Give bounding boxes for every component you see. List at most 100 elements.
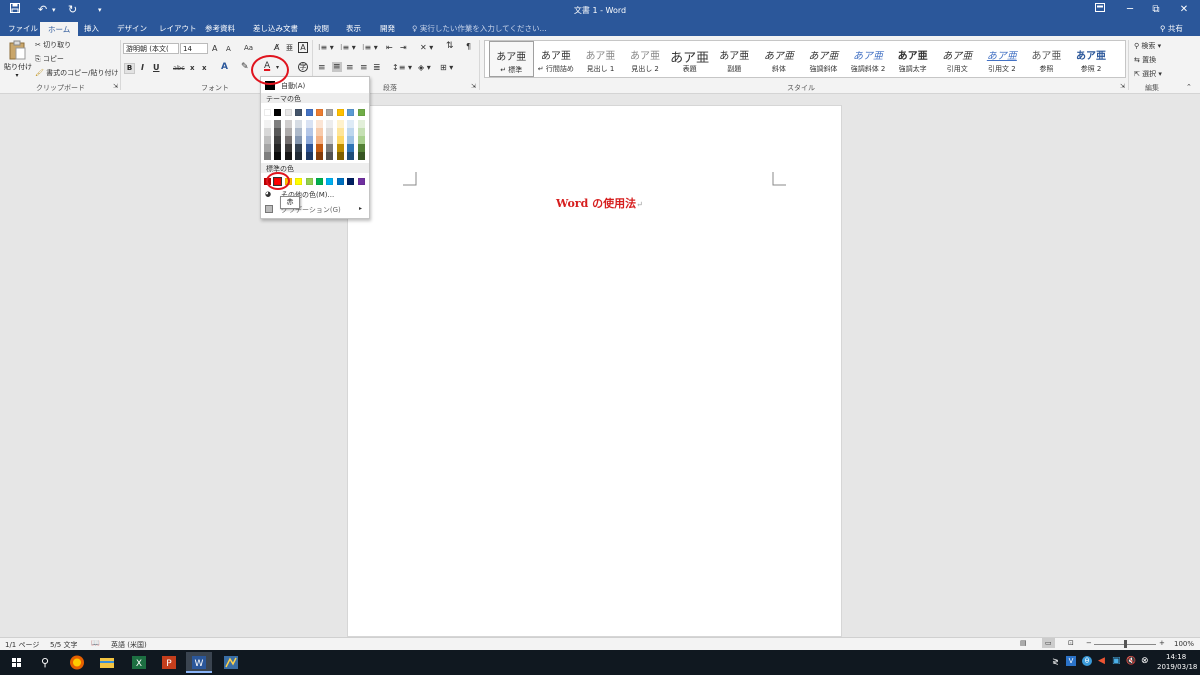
standard-color-swatch[interactable] <box>347 178 355 185</box>
theme-shade-swatch[interactable] <box>326 144 334 152</box>
standard-color-swatch[interactable] <box>336 178 344 185</box>
read-mode-icon[interactable]: ▤ <box>1020 639 1027 647</box>
theme-shade-swatch[interactable] <box>336 120 344 128</box>
style-item[interactable]: あア亜 ↵ 行間詰め <box>534 41 579 77</box>
font-name-box[interactable]: 游明朝 (本文( <box>123 43 179 54</box>
tab-developer[interactable]: 開発 <box>380 23 395 34</box>
tab-file[interactable]: ファイル <box>8 23 38 34</box>
excel-icon[interactable]: X <box>126 652 152 673</box>
standard-color-swatch[interactable] <box>357 178 365 185</box>
theme-shade-swatch[interactable] <box>326 152 334 160</box>
theme-color-swatch[interactable] <box>336 109 344 116</box>
clock-time[interactable]: 14:18 <box>1166 653 1186 661</box>
style-item[interactable]: あア亜 引用文 <box>935 41 980 77</box>
theme-shade-swatch[interactable] <box>347 136 355 144</box>
increase-indent-icon[interactable]: ⇥ <box>400 43 407 52</box>
character-border-icon[interactable]: A <box>298 42 308 53</box>
theme-color-swatch[interactable] <box>326 109 334 116</box>
style-item[interactable]: あア亜 ↵ 標準 <box>489 41 534 77</box>
theme-shade-swatch[interactable] <box>357 144 365 152</box>
standard-color-swatch[interactable] <box>295 178 303 185</box>
select-button[interactable]: ⇱ 選択 ▾ <box>1134 69 1162 79</box>
theme-shade-swatch[interactable] <box>316 136 323 144</box>
distributed-icon[interactable]: ≣ <box>373 63 381 73</box>
find-button[interactable]: ⚲ 検索 ▾ <box>1134 41 1161 51</box>
theme-shade-swatch[interactable] <box>305 144 313 152</box>
standard-color-swatch[interactable] <box>305 178 313 185</box>
style-item[interactable]: あア亜 斜体 <box>757 41 802 77</box>
theme-shade-swatch[interactable] <box>336 144 344 152</box>
theme-shade-swatch[interactable] <box>274 144 282 152</box>
change-case-icon[interactable]: Aa <box>244 44 253 52</box>
theme-shade-swatch[interactable] <box>284 144 292 152</box>
theme-shade-swatch[interactable] <box>357 136 365 144</box>
multilevel-list-icon[interactable]: ⁝≡ ▾ <box>362 43 378 52</box>
theme-shade-swatch[interactable] <box>326 136 334 144</box>
theme-shade-swatch[interactable] <box>274 136 282 144</box>
theme-shade-swatch[interactable] <box>274 128 282 136</box>
shrink-font-icon[interactable]: A <box>226 45 231 53</box>
zoom-in-button[interactable]: + <box>1159 639 1165 647</box>
format-painter-button[interactable]: 🖌 書式のコピー/貼り付け <box>35 68 118 78</box>
volume-icon[interactable]: 🔇 <box>1126 656 1136 665</box>
style-item[interactable]: あア亜 強調斜体 <box>801 41 846 77</box>
paste-button[interactable]: 貼り付け ▾ <box>4 40 32 80</box>
theme-shade-swatch[interactable] <box>264 152 271 160</box>
proofing-icon[interactable]: 📖 <box>91 639 100 647</box>
tab-insert[interactable]: 挿入 <box>84 23 99 34</box>
vpn-icon[interactable]: V <box>1066 656 1076 666</box>
theme-shade-swatch[interactable] <box>284 136 292 144</box>
theme-shade-swatch[interactable] <box>347 152 355 160</box>
theme-shade-swatch[interactable] <box>264 128 271 136</box>
text-effects-icon[interactable]: A <box>221 62 228 72</box>
align-right-icon[interactable]: ≡ <box>346 63 354 73</box>
shading-icon[interactable]: ◈ ▾ <box>418 63 431 72</box>
close-button[interactable]: ✕ <box>1172 2 1196 18</box>
theme-shade-swatch[interactable] <box>295 120 303 128</box>
subscript-button[interactable]: x <box>190 64 195 72</box>
zoom-out-button[interactable]: − <box>1086 639 1092 647</box>
underline-button[interactable]: U <box>153 63 160 72</box>
app-icon[interactable] <box>218 652 244 673</box>
theme-shade-swatch[interactable] <box>347 128 355 136</box>
sync-icon[interactable]: ▣ <box>1112 656 1121 666</box>
notification-app-icon[interactable]: ◀ <box>1098 656 1105 666</box>
theme-shade-swatch[interactable] <box>284 152 292 160</box>
tab-mailings[interactable]: 差し込み文書 <box>253 23 298 34</box>
clock-date[interactable]: 2019/03/18 <box>1157 663 1197 671</box>
justify-icon[interactable]: ≡ <box>360 63 368 73</box>
style-item[interactable]: あア亜 表題 <box>667 41 712 77</box>
align-center-icon[interactable]: ≡ <box>332 62 342 72</box>
styles-launcher-icon[interactable]: ⇲ <box>1120 83 1125 90</box>
tell-me-box[interactable]: ♀ 実行したい作業を入力してください... <box>412 23 547 34</box>
tab-home[interactable]: ホーム <box>40 22 79 36</box>
theme-shade-swatch[interactable] <box>326 128 334 136</box>
highlight-icon[interactable]: ✎ <box>241 62 249 72</box>
theme-shade-swatch[interactable] <box>336 136 344 144</box>
theme-shade-swatch[interactable] <box>295 144 303 152</box>
theme-shade-swatch[interactable] <box>316 128 323 136</box>
bullets-icon[interactable]: ⁝≡ ▾ <box>318 43 334 52</box>
theme-shade-swatch[interactable] <box>274 120 282 128</box>
theme-color-swatch[interactable] <box>305 109 313 116</box>
style-item[interactable]: あア亜 参照 2 <box>1069 41 1114 77</box>
theme-shade-swatch[interactable] <box>316 120 323 128</box>
tab-design[interactable]: デザイン <box>117 23 147 34</box>
theme-shade-swatch[interactable] <box>274 152 282 160</box>
theme-color-swatch[interactable] <box>274 109 282 116</box>
minimize-button[interactable]: ─ <box>1118 2 1142 18</box>
style-item[interactable]: あア亜 副題 <box>712 41 757 77</box>
copy-button[interactable]: ⎘ コピー <box>35 54 64 64</box>
zoom-level[interactable]: 100% <box>1174 640 1194 648</box>
sort-icon[interactable]: ⇅ <box>446 41 454 51</box>
style-item[interactable]: あア亜 強調斜体 2 <box>846 41 891 77</box>
theme-color-swatch[interactable] <box>295 109 303 116</box>
tab-references[interactable]: 参考資料 <box>205 23 235 34</box>
theme-shade-swatch[interactable] <box>284 128 292 136</box>
theme-shade-swatch[interactable] <box>316 144 323 152</box>
theme-shade-swatch[interactable] <box>305 120 313 128</box>
theme-color-swatch[interactable] <box>316 109 323 116</box>
document-page[interactable] <box>347 105 842 637</box>
share-button[interactable]: ⚲ 共有 <box>1160 23 1183 34</box>
search-icon[interactable]: ⚲ <box>32 652 58 673</box>
